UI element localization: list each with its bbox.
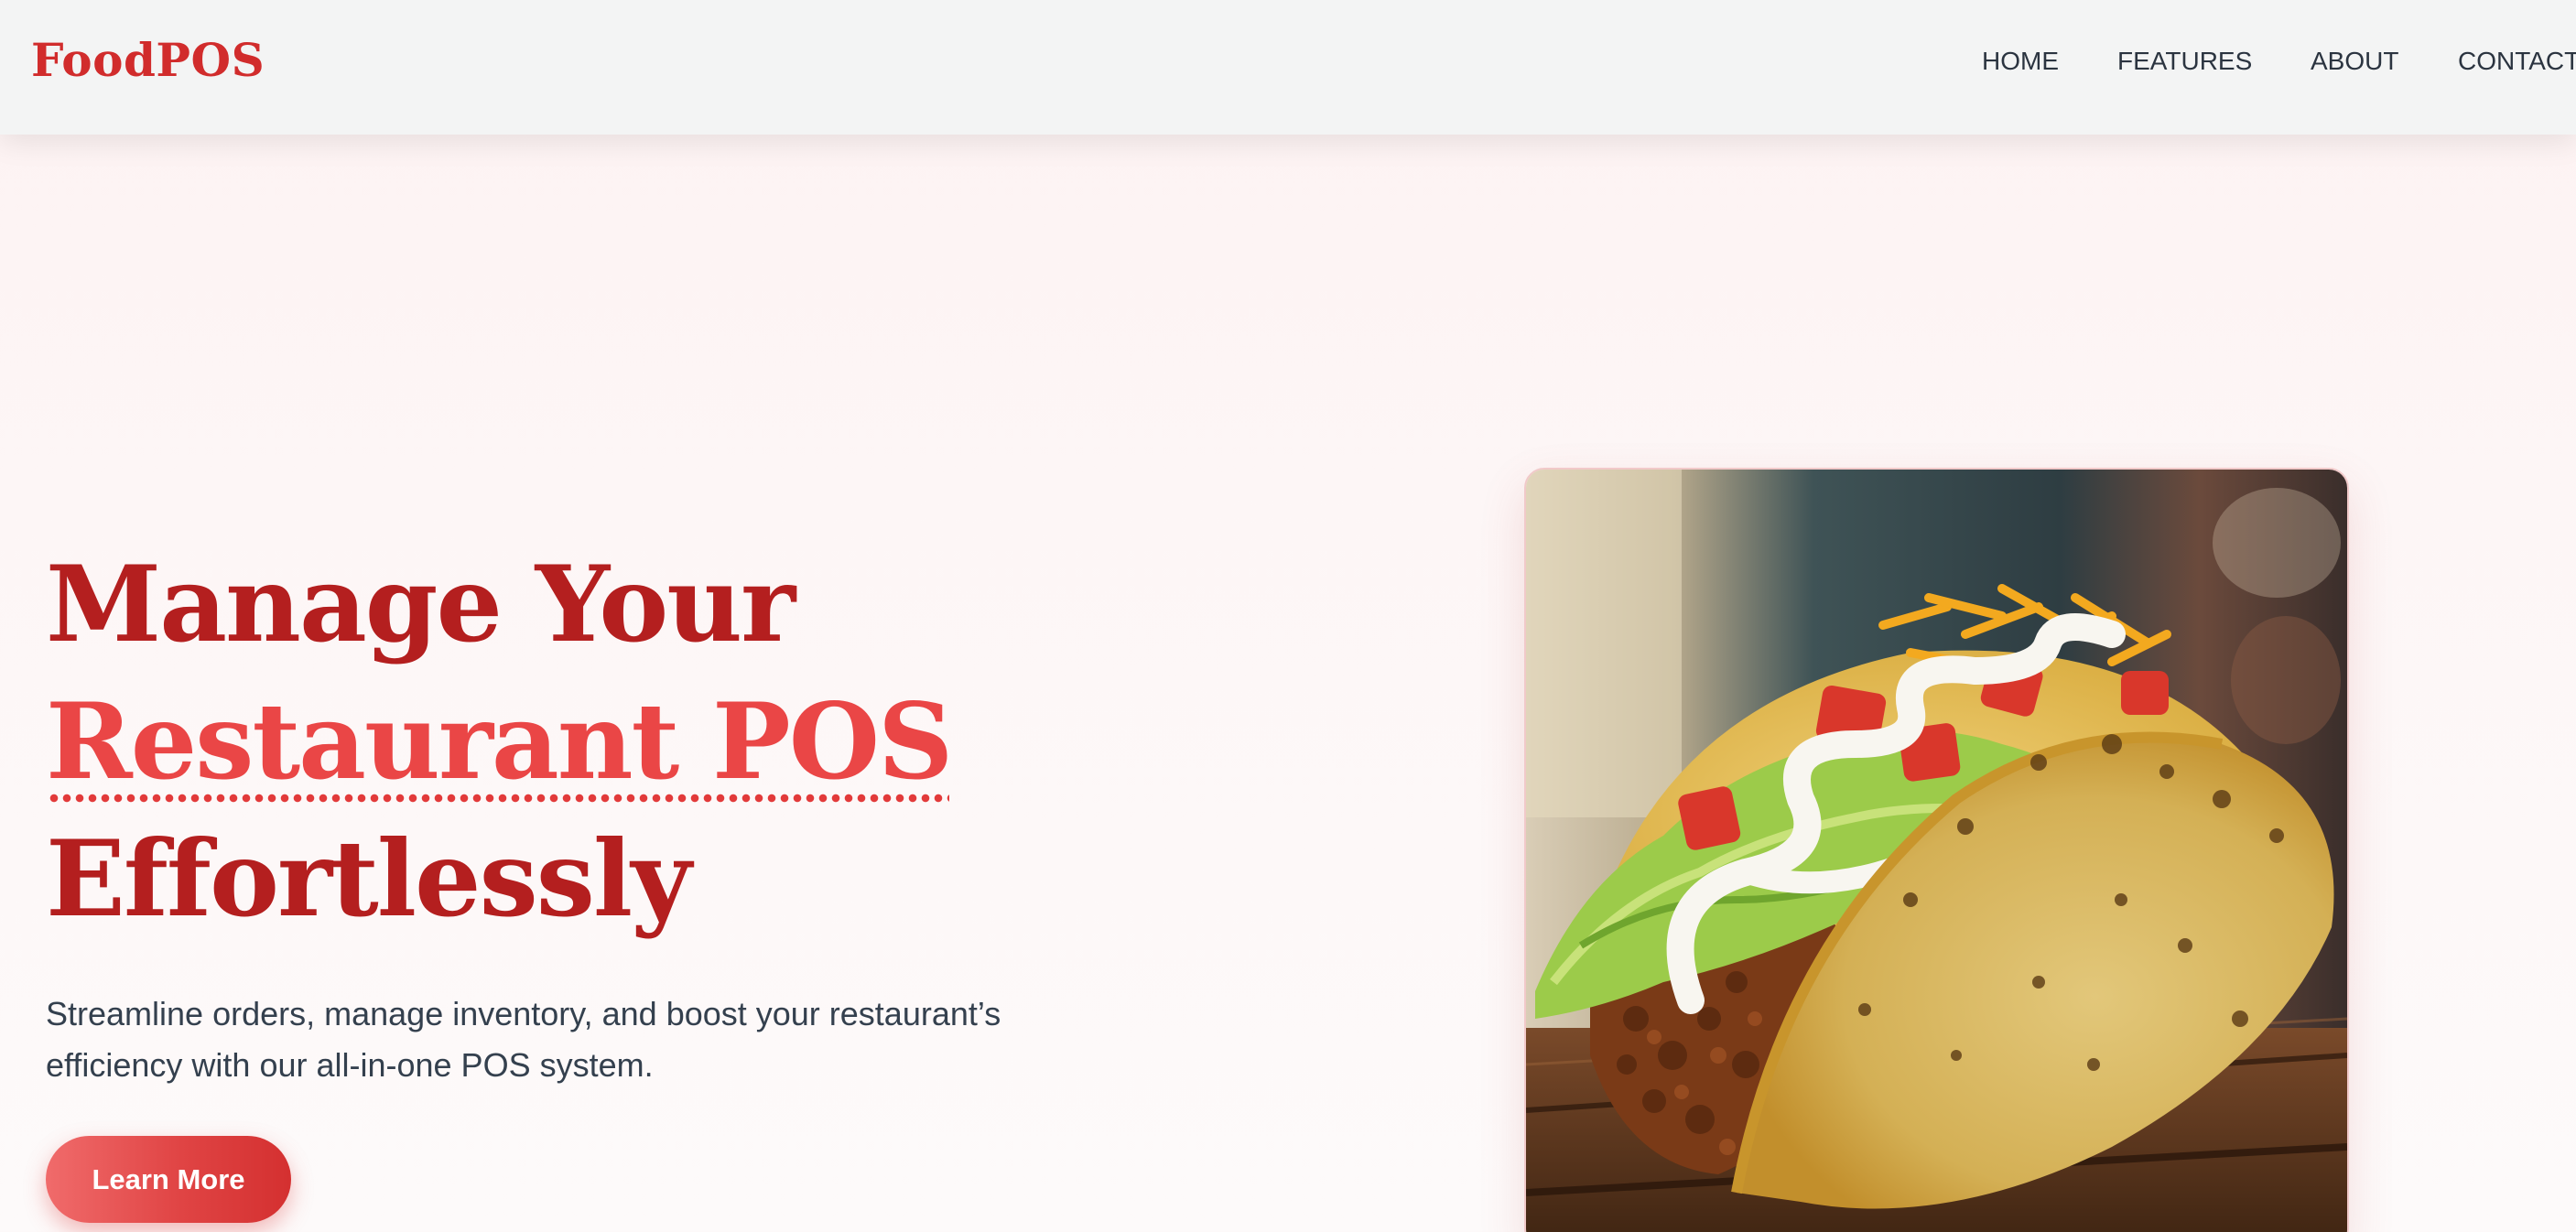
hero-title-line-1: Manage Your <box>46 543 796 665</box>
hero-title: Manage Your Restaurant POS Effortlessly <box>46 535 953 947</box>
hero-title-highlight: Restaurant POS <box>46 673 953 810</box>
main-nav: HOME FEATURES ABOUT CONTACT <box>0 44 2576 81</box>
learn-more-button[interactable]: Learn More <box>46 1136 291 1223</box>
nav-item-about[interactable]: ABOUT <box>2311 44 2398 79</box>
hero-taco-image <box>1524 468 2349 1232</box>
nav-item-contact[interactable]: CONTACT <box>2458 44 2576 79</box>
top-navbar: FoodPOS HOME FEATURES ABOUT CONTACT <box>0 0 2576 135</box>
hero-subtitle: Streamline orders, manage inventory, and… <box>46 995 1001 1084</box>
nav-item-features[interactable]: FEATURES <box>2117 44 2252 79</box>
nav-item-home[interactable]: HOME <box>1982 44 2059 79</box>
hero-title-line-3: Effortlessly <box>46 817 691 940</box>
taco-illustration <box>1526 470 2347 1232</box>
